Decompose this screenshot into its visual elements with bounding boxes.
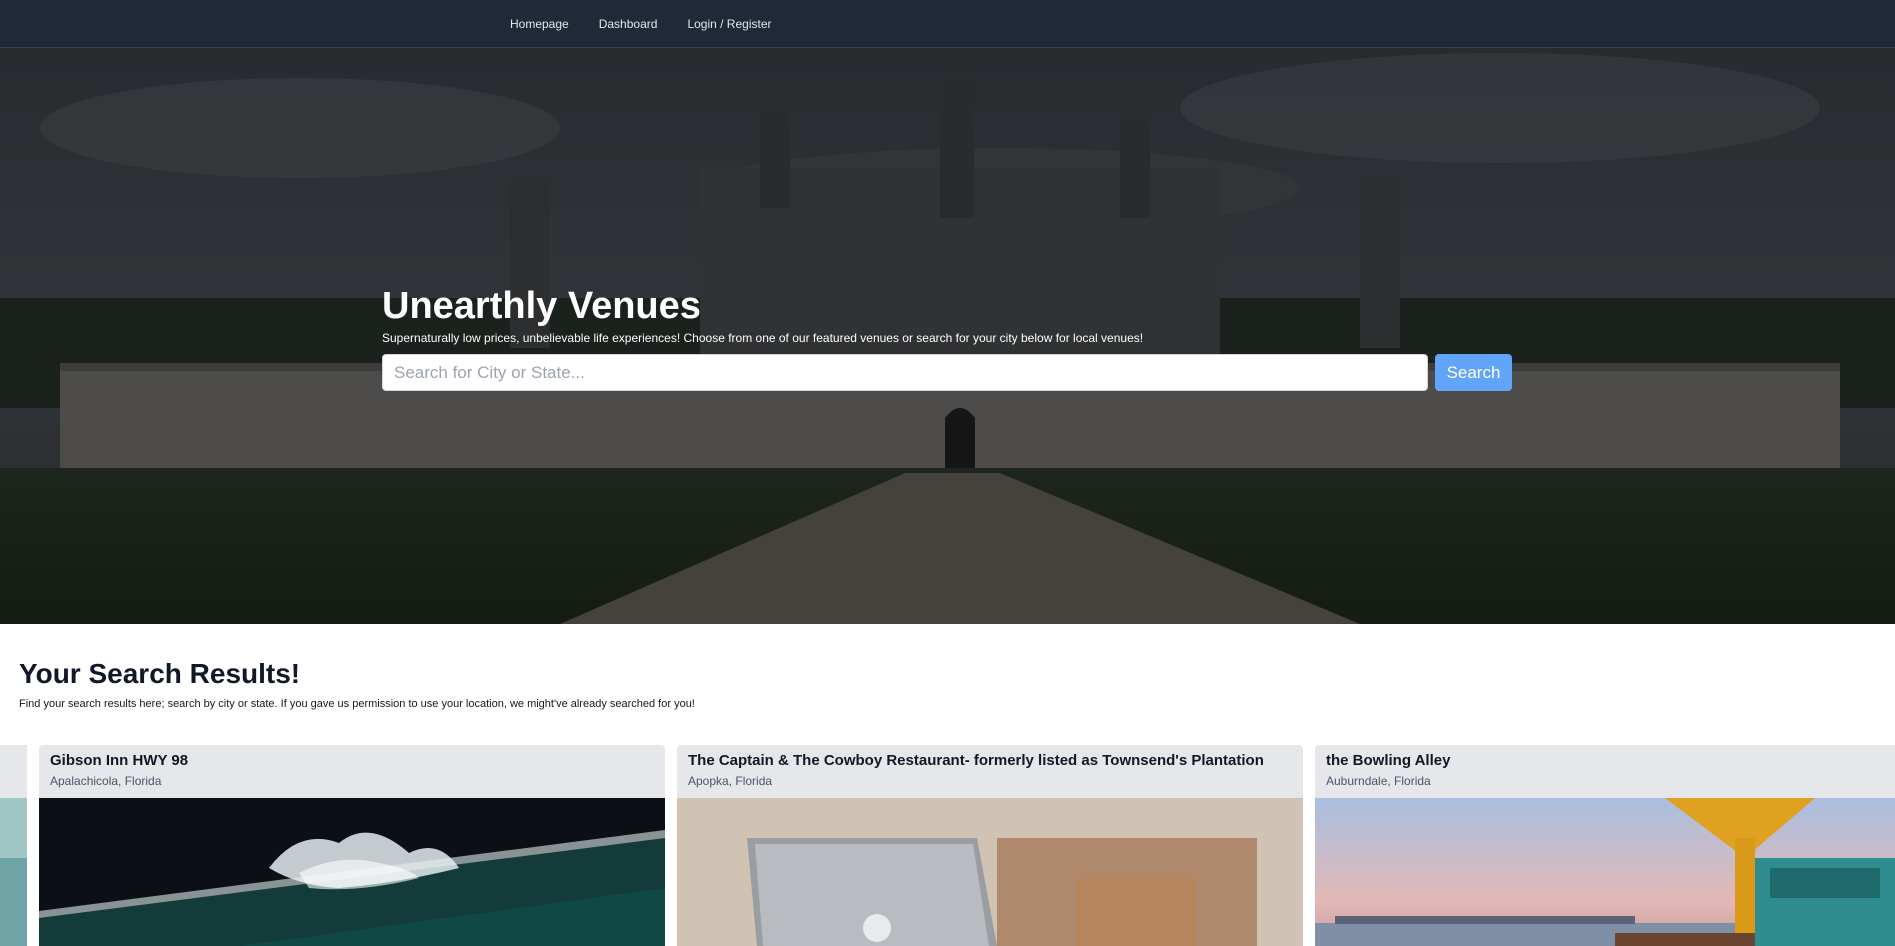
venue-card-location: Apalachicola, Florida bbox=[50, 774, 162, 788]
venue-card-partial-image bbox=[0, 798, 27, 946]
venue-card[interactable]: the Bowling Alley Auburndale, Florida bbox=[1315, 745, 1895, 946]
venue-card-partial[interactable] bbox=[0, 745, 27, 946]
venue-card-header: Gibson Inn HWY 98 Apalachicola, Florida bbox=[39, 745, 665, 798]
venue-card-image-laptop bbox=[677, 798, 1303, 946]
nav-links: Homepage Dashboard Login / Register bbox=[510, 0, 771, 48]
venue-card-title: Gibson Inn HWY 98 bbox=[50, 752, 189, 769]
venue-card[interactable]: Gibson Inn HWY 98 Apalachicola, Florida bbox=[39, 745, 665, 946]
venue-card-header: the Bowling Alley Auburndale, Florida bbox=[1315, 745, 1895, 798]
search-results-section: Your Search Results! Find your search re… bbox=[0, 624, 1895, 946]
top-navbar: Homepage Dashboard Login / Register bbox=[0, 0, 1895, 48]
venue-card-title: The Captain & The Cowboy Restaurant- for… bbox=[688, 752, 1264, 769]
hero-section: Unearthly Venues Supernaturally low pric… bbox=[0, 48, 1895, 624]
hero-title: Unearthly Venues bbox=[382, 285, 701, 327]
venue-card-header: The Captain & The Cowboy Restaurant- for… bbox=[677, 745, 1303, 798]
venue-card-location: Apopka, Florida bbox=[688, 774, 773, 788]
venue-card-location: Auburndale, Florida bbox=[1326, 774, 1431, 788]
venue-card-title: the Bowling Alley bbox=[1326, 752, 1451, 769]
nav-link-homepage[interactable]: Homepage bbox=[510, 17, 569, 31]
results-carousel[interactable]: Gibson Inn HWY 98 Apalachicola, Florida … bbox=[0, 745, 1895, 946]
search-bar: Search bbox=[382, 354, 1512, 391]
venue-card-image-harbor-crane bbox=[1315, 798, 1895, 946]
hero-subtitle: Supernaturally low prices, unbelievable … bbox=[382, 331, 1144, 345]
search-button[interactable]: Search bbox=[1435, 354, 1512, 391]
results-title: Your Search Results! bbox=[19, 658, 301, 689]
results-description: Find your search results here; search by… bbox=[19, 698, 695, 710]
hero-content: Unearthly Venues Supernaturally low pric… bbox=[382, 284, 1512, 391]
nav-link-dashboard[interactable]: Dashboard bbox=[599, 17, 658, 31]
venue-card-image-ocean-pool bbox=[39, 798, 665, 946]
nav-link-login-register[interactable]: Login / Register bbox=[687, 17, 771, 31]
city-state-search-input[interactable] bbox=[382, 354, 1428, 391]
venue-card[interactable]: The Captain & The Cowboy Restaurant- for… bbox=[677, 745, 1303, 946]
